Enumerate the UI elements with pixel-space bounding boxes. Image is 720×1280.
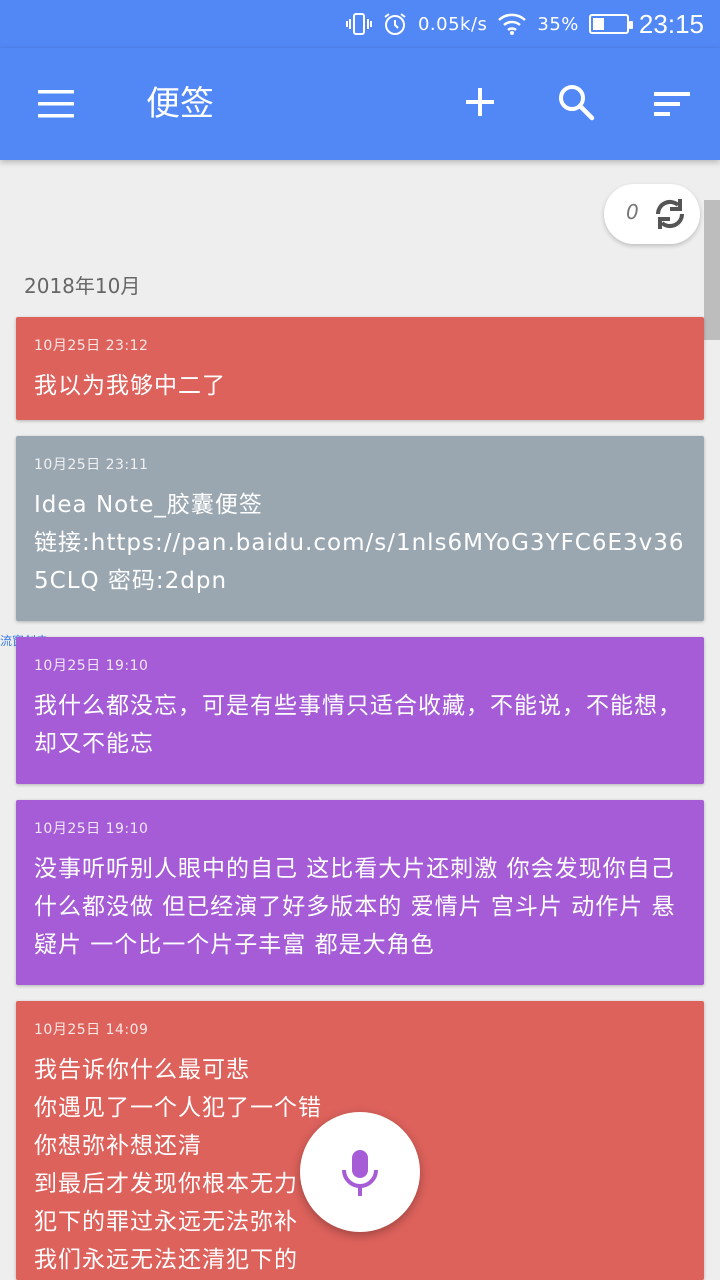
sync-button[interactable]: 0 <box>604 184 700 244</box>
note-card[interactable]: 10月25日 19:10 没事听听别人眼中的自己 这比看大片还刺激 你会发现你自… <box>16 800 704 985</box>
battery-icon <box>588 14 633 34</box>
menu-icon[interactable] <box>34 86 78 122</box>
microphone-icon <box>342 1150 378 1196</box>
battery-fill <box>592 18 604 30</box>
note-card[interactable]: 10月25日 23:11 Idea Note_胶囊便签 链接:https://p… <box>16 436 704 621</box>
note-date: 10月25日 14:09 <box>34 1022 149 1038</box>
battery-percent: 35% <box>537 13 579 35</box>
wifi-icon <box>498 13 527 35</box>
note-text: Idea Note_胶囊便签 链接:https://pan.baidu.com/… <box>34 492 685 594</box>
alarm-icon <box>384 13 406 35</box>
sort-icon[interactable] <box>650 84 694 124</box>
sync-icon <box>655 199 685 229</box>
sync-count: 0 <box>626 200 639 224</box>
add-icon[interactable] <box>458 80 502 124</box>
note-text: 我以为我够中二了 <box>34 373 226 399</box>
note-text: 没事听听别人眼中的自己 这比看大片还刺激 你会发现你自己什么都没做 但已经演了好… <box>34 856 676 958</box>
month-header: 2018年10月 <box>24 274 141 298</box>
app-bar: 便签 <box>0 48 720 160</box>
scrollbar[interactable] <box>704 200 720 340</box>
note-date: 10月25日 23:11 <box>34 457 149 473</box>
voice-input-button[interactable] <box>300 1112 420 1232</box>
network-speed: 0.05k/s <box>417 13 488 35</box>
vibrate-icon <box>345 13 372 35</box>
note-text: 我什么都没忘，可是有些事情只适合收藏，不能说，不能想，却又不能忘 <box>34 693 682 757</box>
note-card[interactable]: 10月25日 23:12 我以为我够中二了 <box>16 317 704 420</box>
page-title: 便签 <box>146 84 214 124</box>
status-bar: 0.05k/s 35% 23:15 <box>0 0 720 48</box>
note-date: 10月25日 23:12 <box>34 338 149 354</box>
note-card[interactable]: 10月25日 19:10 我什么都没忘，可是有些事情只适合收藏，不能说，不能想，… <box>16 637 704 784</box>
note-date: 10月25日 19:10 <box>34 658 149 674</box>
note-date: 10月25日 19:10 <box>34 821 149 837</box>
clock: 23:15 <box>638 8 704 39</box>
search-icon[interactable] <box>554 80 598 124</box>
status-bar-right: 0.05k/s 35% 23:15 <box>345 8 704 40</box>
